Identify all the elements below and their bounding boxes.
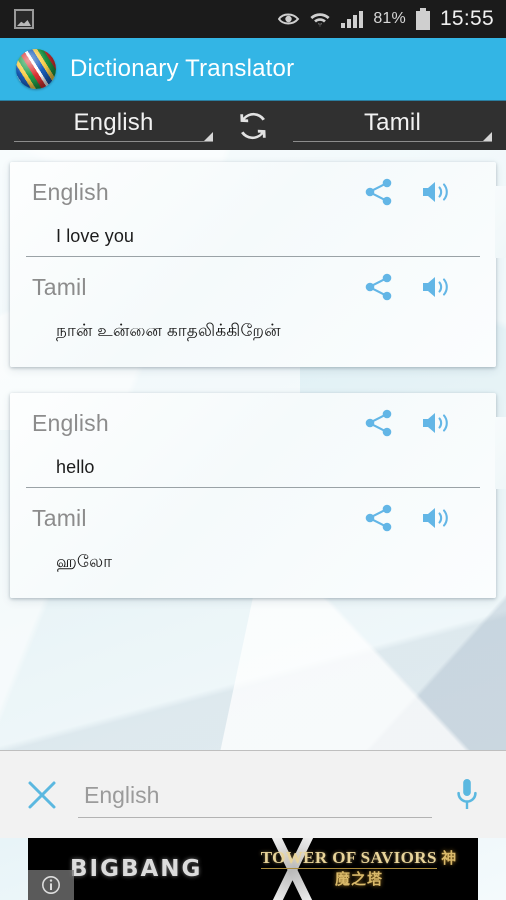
speaker-icon (423, 182, 448, 202)
speak-button[interactable] (420, 504, 454, 532)
swap-languages-button[interactable] (227, 110, 279, 142)
ad-zone[interactable]: BIGBANG TOWER OF SAVIORS 神魔之塔 (0, 838, 506, 900)
battery-percent-label: 81% (373, 10, 406, 27)
card-target-header: Tamil (10, 488, 496, 534)
status-bar: 81% 15:55 (0, 0, 506, 38)
share-icon (365, 504, 392, 532)
card-source-text[interactable]: hello (26, 445, 480, 488)
source-language-underline (14, 140, 213, 142)
card-source-header: English (10, 393, 496, 439)
card-source-actions (364, 409, 478, 437)
page-title: Dictionary Translator (70, 55, 295, 82)
source-language-label: English (73, 108, 154, 136)
card-target-language: Tamil (32, 273, 87, 300)
status-bar-clock: 15:55 (439, 7, 494, 30)
eye-icon (278, 13, 300, 25)
search-input[interactable] (78, 781, 432, 818)
target-language-selector[interactable]: Tamil (289, 105, 496, 147)
share-button[interactable] (364, 273, 394, 301)
language-bar: English Tamil (0, 100, 506, 150)
card-notch (495, 186, 506, 258)
card-source-text[interactable]: I love you (26, 214, 480, 257)
share-icon (365, 409, 392, 437)
chevron-down-icon (483, 131, 492, 141)
ad-brand-label: BIGBANG (70, 856, 203, 882)
clear-button[interactable] (24, 779, 60, 811)
wifi-icon (310, 13, 330, 27)
share-button[interactable] (364, 504, 394, 532)
speaker-icon (423, 508, 448, 528)
card-source-language: English (32, 178, 109, 205)
voice-input-button[interactable] (450, 778, 484, 812)
info-icon (42, 876, 60, 894)
chevron-down-icon (204, 131, 213, 141)
card-target-actions (364, 504, 478, 532)
translation-card[interactable]: English (10, 162, 506, 367)
share-icon (365, 273, 392, 301)
status-bar-left (14, 9, 34, 29)
speak-button[interactable] (420, 178, 454, 206)
target-language-underline (293, 140, 492, 142)
search-field-wrap (78, 772, 432, 818)
ad-game-title-latin: TOWER OF SAVIORS (260, 848, 437, 869)
target-language-label: Tamil (363, 108, 421, 136)
signal-bars-icon (341, 11, 364, 28)
card-source-language: English (32, 409, 109, 436)
card-source-actions (364, 178, 478, 206)
speak-button[interactable] (420, 273, 454, 301)
card-target-actions (364, 273, 478, 301)
swap-arrows-icon (240, 112, 266, 139)
card-target-language: Tamil (32, 504, 87, 531)
ad-banner[interactable]: BIGBANG TOWER OF SAVIORS 神魔之塔 (28, 838, 478, 900)
card-notch (495, 417, 506, 489)
image-screenshot-icon (14, 9, 34, 29)
close-x-icon (28, 781, 56, 808)
ad-info-button[interactable] (28, 870, 74, 900)
share-icon (365, 178, 392, 206)
share-button[interactable] (364, 409, 394, 437)
speaker-icon (423, 277, 448, 297)
card-target-header: Tamil (10, 257, 496, 303)
card-source-header: English (10, 162, 496, 208)
battery-icon (415, 8, 430, 30)
speaker-icon (423, 413, 448, 433)
globe-flags-icon (16, 49, 56, 89)
share-button[interactable] (364, 178, 394, 206)
ad-game-title: TOWER OF SAVIORS 神魔之塔 (254, 847, 464, 889)
translation-list[interactable]: English I love you Tamil நான் உன்னை காதல… (0, 150, 506, 750)
card-target-text[interactable]: ஹலோ (26, 540, 480, 588)
card-target-text[interactable]: நான் உன்னை காதலிக்கிறேன் (26, 309, 480, 357)
app-bar: Dictionary Translator (0, 38, 506, 100)
input-bar (0, 750, 506, 838)
speak-button[interactable] (420, 409, 454, 437)
status-bar-right: 81% 15:55 (278, 7, 494, 31)
microphone-icon (457, 778, 477, 809)
app-root: 81% 15:55 Dictionary Translator English … (0, 0, 506, 900)
translation-card[interactable]: English (10, 393, 506, 598)
source-language-selector[interactable]: English (10, 105, 217, 147)
